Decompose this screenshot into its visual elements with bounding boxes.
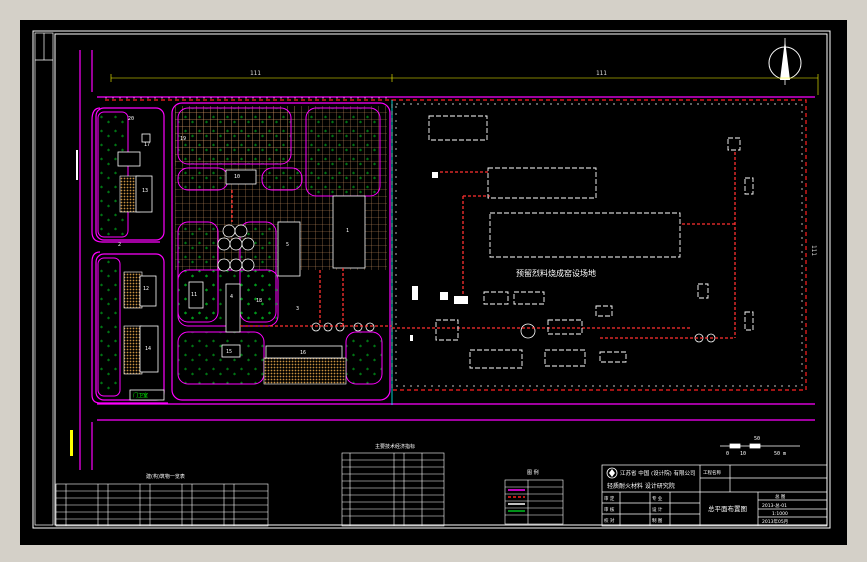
title-row-3: 校 对 [604, 517, 615, 524]
svg-text:2: 2 [118, 242, 121, 248]
legend-title: 图 例 [527, 469, 539, 476]
svg-text:17: 17 [144, 142, 150, 148]
svg-text:1: 1 [346, 228, 349, 234]
svg-text:15: 15 [226, 349, 232, 355]
dimension-side: 111 [810, 245, 817, 256]
svg-text:3: 3 [296, 306, 299, 312]
title-row2-1: 专 业 [652, 495, 663, 502]
title-row-2: 审 核 [604, 506, 615, 513]
svg-text:13: 13 [142, 188, 148, 194]
scale-label: 50 [754, 436, 760, 442]
cad-drawing: * * 111 111 111 [0, 0, 867, 562]
title-right-2: 2013-总-01 [762, 502, 787, 509]
svg-text:10: 10 [234, 174, 240, 180]
svg-text:18: 18 [256, 298, 262, 304]
svg-text:14: 14 [145, 346, 151, 352]
svg-text:12: 12 [143, 286, 149, 292]
svg-text:11: 11 [191, 292, 197, 298]
title-row2-3: 制 图 [652, 517, 663, 524]
scale-tick-50: 50 m [774, 451, 786, 457]
svg-text:5: 5 [286, 242, 289, 248]
company-name-2: 轻质耐火材料 设计研究院 [607, 482, 675, 490]
tech-table-title: 主要技术经济指标 [375, 443, 415, 450]
dimension-left: 111 [250, 70, 261, 77]
title-right-4: 2013年05月 [762, 518, 788, 525]
title-row2-2: 设 计 [652, 506, 663, 513]
scale-tick-0: 0 [726, 451, 729, 457]
reserved-zone-label: 预留烈料烧成窑设场地 [516, 268, 596, 278]
drawing-title: 总平面布置图 [708, 504, 747, 513]
svg-text:16: 16 [300, 350, 306, 356]
title-right-1: 总 图 [775, 493, 786, 500]
scale-tick-10: 10 [740, 451, 746, 457]
svg-text:19: 19 [180, 136, 186, 142]
title-row-1: 审 定 [604, 495, 615, 502]
svg-text:4: 4 [230, 294, 233, 300]
company-name: 江苏省 中国 (设计院) 有限公司 [620, 469, 696, 477]
building-table-title: 建(构)筑物一览表 [146, 473, 185, 480]
title-right-3: 1:1000 [772, 511, 788, 517]
dimension-right: 111 [596, 70, 607, 77]
site-plan-svg: * * 111 111 111 [0, 0, 867, 562]
gate-house-label: 门卫室 [133, 392, 148, 399]
project-label: 工程名称 [703, 469, 721, 476]
svg-text:20: 20 [128, 116, 134, 122]
